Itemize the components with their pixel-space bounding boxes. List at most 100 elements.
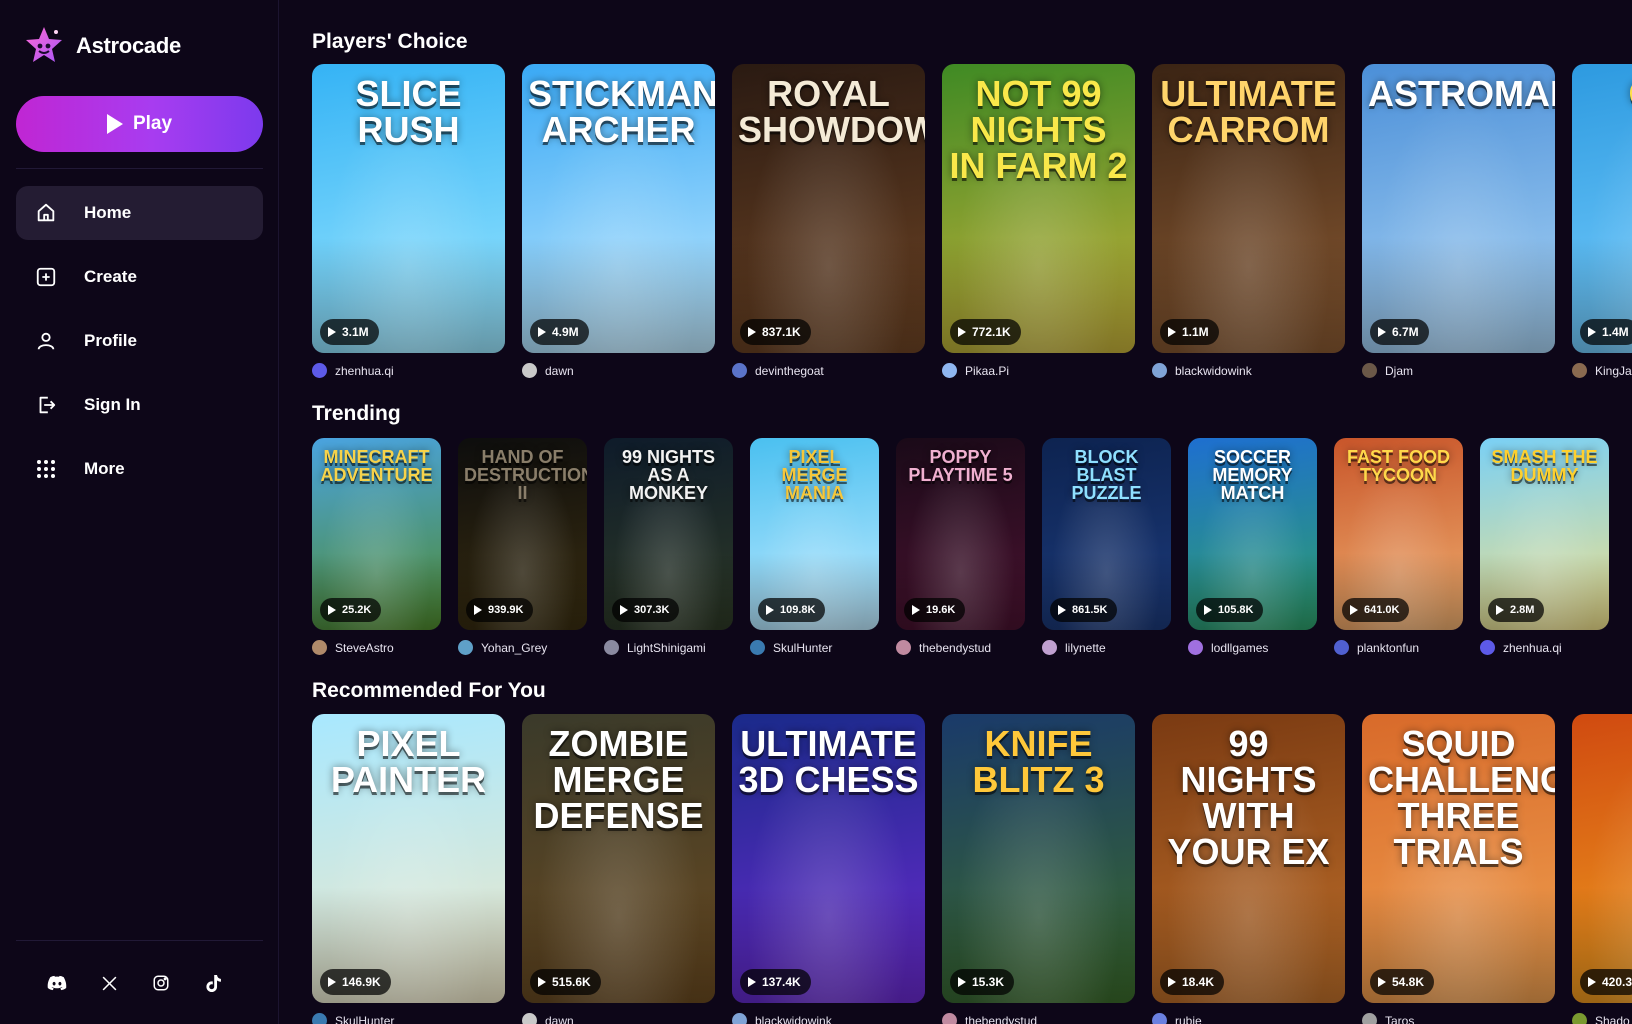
game-thumbnail[interactable]: Block Blast Puzzle 861.5K xyxy=(1042,438,1171,630)
game-author[interactable]: thebendystud xyxy=(942,1013,1135,1024)
game-author[interactable]: Taros xyxy=(1362,1013,1555,1024)
game-thumbnail[interactable]: Ultimate Carrom 1.1M xyxy=(1152,64,1345,353)
game-card[interactable]: Squid Challenge Three Trials 54.8K Taros xyxy=(1362,714,1555,1024)
game-author[interactable]: LightShinigami xyxy=(604,640,733,655)
game-author[interactable]: SteveAstro xyxy=(312,640,441,655)
game-author[interactable]: blackwidowink xyxy=(1152,363,1345,378)
brand[interactable]: Astrocade xyxy=(22,24,181,68)
game-card[interactable]: Poppy Playtime 5 19.6K thebendystud xyxy=(896,438,1025,655)
game-card[interactable]: Pixel Painter 146.9K SkulHunter xyxy=(312,714,505,1024)
game-card[interactable]: Fast Food Tycoon 641.0K planktonfun xyxy=(1334,438,1463,655)
game-card[interactable]: 99 Nights as a Monkey 307.3K LightShinigam… xyxy=(604,438,733,655)
play-count-badge: 109.8K xyxy=(758,598,826,622)
game-card[interactable]: Zombie Merge Defense 515.6K dawn xyxy=(522,714,715,1024)
game-thumbnail[interactable]: Gun 1.4M xyxy=(1572,64,1632,353)
game-card[interactable]: Smash the Dummy 2.8M zhenhua.qi xyxy=(1480,438,1609,655)
astrocade-logo-icon xyxy=(26,27,62,62)
game-card[interactable]: 420.3 Shado xyxy=(1572,714,1632,1024)
game-card[interactable]: Block Blast Puzzle 861.5K lilynette xyxy=(1042,438,1171,655)
game-author[interactable]: lilynette xyxy=(1042,640,1171,655)
play-icon xyxy=(766,605,774,615)
game-art xyxy=(1572,714,1632,1003)
game-title: Block Blast Puzzle xyxy=(1071,447,1142,503)
game-card[interactable]: Minecraft Adventure 25.2K SteveAstro xyxy=(312,438,441,655)
play-count: 939.9K xyxy=(488,604,524,616)
game-thumbnail[interactable]: Fast Food Tycoon 641.0K xyxy=(1334,438,1463,630)
game-author[interactable]: dawn xyxy=(522,1013,715,1024)
game-thumbnail[interactable]: 99 Nights with Your Ex 18.4K xyxy=(1152,714,1345,1003)
play-count-badge: 307.3K xyxy=(612,598,680,622)
discord-icon[interactable] xyxy=(46,972,68,994)
game-card[interactable]: Knife Blitz 3 15.3K thebendystud xyxy=(942,714,1135,1024)
author-name: planktonfun xyxy=(1357,640,1420,655)
game-thumbnail[interactable]: Hand of Destruction II 939.9K xyxy=(458,438,587,630)
game-card[interactable]: Ultimate 3D Chess 137.4K blackwidowink xyxy=(732,714,925,1024)
game-author[interactable]: KingJa xyxy=(1572,363,1632,378)
nav-item-profile[interactable]: Profile xyxy=(16,314,263,368)
game-thumbnail[interactable]: Not 99 Nights in Farm 2 772.1K xyxy=(942,64,1135,353)
game-author[interactable]: Djam xyxy=(1362,363,1555,378)
game-author[interactable]: zhenhua.qi xyxy=(312,363,505,378)
play-count: 1.4M xyxy=(1602,325,1629,339)
game-thumbnail[interactable]: Pixel Merge Mania 109.8K xyxy=(750,438,879,630)
play-button[interactable]: Play xyxy=(16,96,263,152)
game-author[interactable]: Pikaa.Pi xyxy=(942,363,1135,378)
game-card[interactable]: 99 Nights with Your Ex 18.4K rubie xyxy=(1152,714,1345,1024)
game-thumbnail[interactable]: Smash the Dummy 2.8M xyxy=(1480,438,1609,630)
game-author[interactable]: blackwidowink xyxy=(732,1013,925,1024)
author-name: LightShinigami xyxy=(627,640,706,655)
game-card[interactable]: Not 99 Nights in Farm 2 772.1K Pikaa.Pi xyxy=(942,64,1135,378)
game-title: Fast Food Tycoon xyxy=(1347,447,1450,485)
game-thumbnail[interactable]: Pixel Painter 146.9K xyxy=(312,714,505,1003)
play-button-label: Play xyxy=(132,113,173,134)
x-icon[interactable] xyxy=(98,972,120,994)
play-icon xyxy=(538,327,546,337)
game-card[interactable]: Hand of Destruction II 939.9K Yohan_Grey xyxy=(458,438,587,655)
game-thumbnail[interactable]: 99 Nights as a Monkey 307.3K xyxy=(604,438,733,630)
game-thumbnail[interactable]: Slice Rush 3.1M xyxy=(312,64,505,353)
nav-item-more[interactable]: More xyxy=(16,442,263,496)
game-author[interactable]: lodllgames xyxy=(1188,640,1317,655)
game-card[interactable]: Astroman 6.7M Djam xyxy=(1362,64,1555,378)
game-card[interactable]: Slice Rush 3.1M zhenhua.qi xyxy=(312,64,505,378)
game-thumbnail[interactable]: Soccer Memory Match 105.8K xyxy=(1188,438,1317,630)
play-count-badge: 137.4K xyxy=(740,969,811,995)
game-card[interactable]: Ultimate Carrom 1.1M blackwidowink xyxy=(1152,64,1345,378)
game-author[interactable]: devinthegoat xyxy=(732,363,925,378)
nav-item-home[interactable]: Home xyxy=(16,186,263,240)
game-thumbnail[interactable]: Astroman 6.7M xyxy=(1362,64,1555,353)
tiktok-icon[interactable] xyxy=(202,972,224,994)
game-author[interactable]: zhenhua.qi xyxy=(1480,640,1609,655)
game-thumbnail[interactable]: Stickman Archer 4.9M xyxy=(522,64,715,353)
game-author[interactable]: thebendystud xyxy=(896,640,1025,655)
author-avatar xyxy=(312,363,327,378)
game-thumbnail[interactable]: Poppy Playtime 5 19.6K xyxy=(896,438,1025,630)
nav-item-create[interactable]: Create xyxy=(16,250,263,304)
play-count-badge: 861.5K xyxy=(1050,598,1118,622)
game-thumbnail[interactable]: Ultimate 3D Chess 137.4K xyxy=(732,714,925,1003)
game-card[interactable]: Pixel Merge Mania 109.8K SkulHunter xyxy=(750,438,879,655)
nav-item-sign-in[interactable]: Sign In xyxy=(16,378,263,432)
game-card[interactable]: Royal Showdown 837.1K devinthegoat xyxy=(732,64,925,378)
author-avatar xyxy=(896,640,911,655)
game-card[interactable]: Stickman Archer 4.9M dawn xyxy=(522,64,715,378)
instagram-icon[interactable] xyxy=(150,972,172,994)
game-author[interactable]: planktonfun xyxy=(1334,640,1463,655)
game-thumbnail[interactable]: Minecraft Adventure 25.2K xyxy=(312,438,441,630)
game-author[interactable]: SkulHunter xyxy=(750,640,879,655)
game-thumbnail[interactable]: Squid Challenge Three Trials 54.8K xyxy=(1362,714,1555,1003)
game-author[interactable]: dawn xyxy=(522,363,715,378)
game-author[interactable]: Yohan_Grey xyxy=(458,640,587,655)
game-card[interactable]: Gun 1.4M KingJa xyxy=(1572,64,1632,378)
play-icon xyxy=(1588,977,1596,987)
game-author[interactable]: rubie xyxy=(1152,1013,1345,1024)
play-count: 137.4K xyxy=(762,975,801,989)
game-thumbnail[interactable]: Knife Blitz 3 15.3K xyxy=(942,714,1135,1003)
game-author[interactable]: Shado xyxy=(1572,1013,1632,1024)
game-thumbnail[interactable]: Zombie Merge Defense 515.6K xyxy=(522,714,715,1003)
game-author[interactable]: SkulHunter xyxy=(312,1013,505,1024)
author-name: blackwidowink xyxy=(755,1013,832,1024)
game-card[interactable]: Soccer Memory Match 105.8K lodllgames xyxy=(1188,438,1317,655)
game-thumbnail[interactable]: Royal Showdown 837.1K xyxy=(732,64,925,353)
game-thumbnail[interactable]: 420.3 xyxy=(1572,714,1632,1003)
